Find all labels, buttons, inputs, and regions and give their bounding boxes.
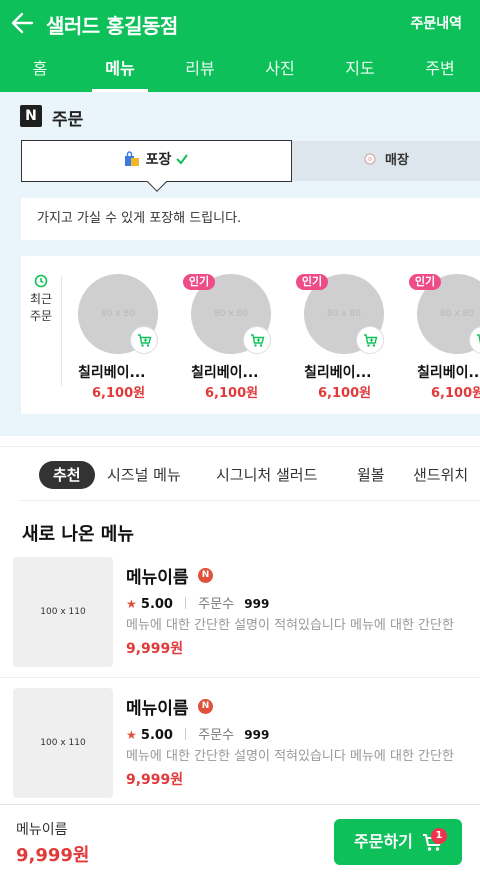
orders-label: 주문수 [198, 728, 235, 743]
orders-count: 999 [244, 728, 270, 742]
add-to-cart-button[interactable] [243, 326, 271, 354]
takeout-option[interactable]: 포장 [21, 140, 292, 192]
tab-menu[interactable]: 메뉴 [80, 50, 160, 92]
selected-menu-name: 메뉴이름 [16, 822, 68, 838]
recent-label-line2: 주문 [29, 309, 53, 323]
category-signature-salad[interactable]: 시그니처 샐러드 [216, 461, 317, 489]
divider [0, 677, 480, 678]
tab-home[interactable]: 홈 [0, 50, 80, 92]
menu-item-price: 9,999원 [126, 641, 184, 657]
rating-value: 5.00 [140, 728, 173, 743]
category-tabs: 추천 시즈널 메뉴 시그니처 샐러드 윌볼 샌드위치 [0, 446, 480, 500]
section-title: 새로 나온 메뉴 [22, 524, 134, 545]
tab-map[interactable]: 지도 [320, 50, 400, 92]
recent-orders: 최근 주문 80 x 80 칠리베이... 6,100원 80 x 80 인기 … [21, 256, 480, 414]
order-history-link[interactable]: 주문내역 [410, 13, 462, 33]
category-recommended[interactable]: 추천 [39, 461, 95, 489]
order-label: 주문 [52, 110, 84, 130]
menu-item-image: 100 x 110 [13, 557, 113, 667]
add-to-cart-button[interactable] [130, 326, 158, 354]
item-price: 6,100원 [318, 386, 372, 401]
app: 샐러드 홍길동점 주문내역 홈 메뉴 리뷰 사진 지도 주변 N 주문 포장 매… [0, 0, 480, 872]
store-title: 샐러드 홍길동점 [46, 14, 178, 38]
item-name: 칠리베이... [304, 365, 372, 381]
popular-badge: 인기 [409, 274, 441, 290]
dinein-option[interactable]: 매장 [292, 141, 480, 181]
cart-icon [251, 334, 265, 347]
header: 샐러드 홍길동점 주문내역 홈 메뉴 리뷰 사진 지도 주변 [0, 0, 480, 92]
divider [20, 500, 480, 501]
menu-item[interactable]: 100 x 110 메뉴이름 N ★ 5.00 주문수 999 메뉴에 대한 간… [0, 688, 480, 808]
cart-icon [138, 334, 152, 347]
category-seasonal[interactable]: 시즈널 메뉴 [107, 461, 181, 489]
header-top: 샐러드 홍길동점 주문내역 [0, 0, 480, 46]
recent-label-line1: 최근 [29, 292, 53, 306]
item-name: 칠리베이... [191, 365, 259, 381]
menu-item-description: 메뉴에 대한 간단한 설명이 적혀있습니다 메뉴에 대한 간단한 [126, 749, 454, 764]
dinein-label: 매장 [385, 153, 409, 168]
menu-item-name: 메뉴이름 [126, 699, 189, 719]
menu-item-name: 메뉴이름 [126, 568, 189, 588]
popular-badge: 인기 [296, 274, 328, 290]
selected-menu-price: 9,999원 [16, 845, 90, 866]
menu-item-meta: ★ 5.00 주문수 999 [126, 593, 269, 612]
item-price: 6,100원 [92, 386, 146, 401]
clock-icon [34, 274, 48, 288]
menu-item-price: 9,999원 [126, 772, 184, 788]
menu-item[interactable]: 100 x 110 메뉴이름 N ★ 5.00 주문수 999 메뉴에 대한 간… [0, 557, 480, 677]
star-icon: ★ [126, 728, 137, 742]
order-panel: N 주문 포장 매장 가지고 가실 수 있게 포장해 드립니다. 최근 주문 8… [0, 92, 480, 436]
dish-icon [364, 153, 376, 165]
recent-item-card[interactable]: 80 x 80 인기 칠리베이... 6,100원 [183, 274, 291, 404]
add-to-cart-button[interactable] [356, 326, 384, 354]
new-badge: N [198, 568, 213, 583]
cart-icon [477, 334, 480, 344]
category-sandwich[interactable]: 샌드위치 [413, 461, 468, 489]
item-price: 6,100원 [205, 386, 259, 401]
tab-bar: 홈 메뉴 리뷰 사진 지도 주변 [0, 50, 480, 92]
item-price: 6,100원 [431, 386, 480, 401]
recent-orders-label: 최근 주문 [21, 274, 61, 325]
item-name: 칠리베이... [78, 365, 146, 381]
recent-item-card[interactable]: 80 x 80 인기 칠리베이... 6,100원 [296, 274, 404, 404]
takeout-notice: 가지고 가실 수 있게 포장해 드립니다. [21, 198, 480, 240]
order-button-label: 주문하기 [354, 832, 413, 851]
divider [185, 728, 187, 740]
recent-item-card[interactable]: 80 x 80 인기 칠리베이... 6,100원 [409, 274, 480, 404]
recent-item-card[interactable]: 80 x 80 칠리베이... 6,100원 [78, 274, 178, 404]
star-icon: ★ [126, 597, 137, 611]
tab-photo[interactable]: 사진 [240, 50, 320, 92]
selected-caret [147, 172, 167, 192]
new-badge: N [198, 699, 213, 714]
category-bowl[interactable]: 윌볼 [357, 461, 385, 489]
divider [61, 276, 62, 386]
back-arrow-icon[interactable] [10, 10, 36, 36]
cart-icon [364, 334, 378, 347]
takeout-label: 포장 [145, 152, 172, 168]
tab-review[interactable]: 리뷰 [160, 50, 240, 92]
naver-n-logo: N [20, 105, 42, 127]
menu-item-image: 100 x 110 [13, 688, 113, 798]
popular-badge: 인기 [183, 274, 215, 290]
menu-item-description: 메뉴에 대한 간단한 설명이 적혀있습니다 메뉴에 대한 간단한 [126, 618, 454, 633]
orders-label: 주문수 [198, 597, 235, 612]
item-name: 칠리베이... [417, 365, 480, 381]
bottom-order-bar: 메뉴이름 9,999원 주문하기 1 [0, 804, 480, 872]
order-type-selector: 포장 매장 [21, 140, 480, 192]
tab-nearby[interactable]: 주변 [400, 50, 480, 92]
menu-item-meta: ★ 5.00 주문수 999 [126, 724, 269, 743]
orders-count: 999 [244, 597, 270, 611]
shopping-bag-icon [124, 151, 139, 166]
rating-value: 5.00 [140, 597, 173, 612]
order-button[interactable]: 주문하기 1 [334, 819, 462, 865]
cart-count-badge: 1 [431, 828, 447, 844]
check-icon [176, 154, 189, 165]
divider [185, 597, 187, 609]
